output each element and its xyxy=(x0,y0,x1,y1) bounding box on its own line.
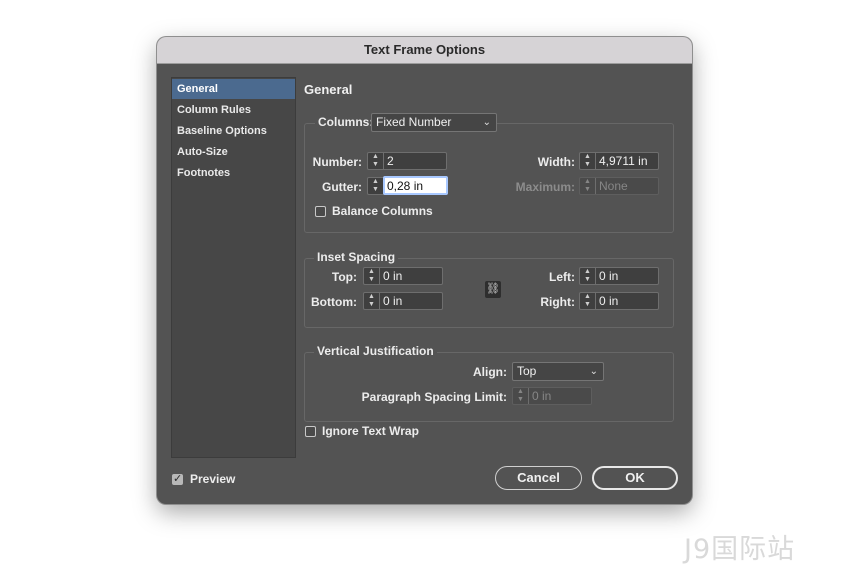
stepper-arrows-icon[interactable]: ▲ ▼ xyxy=(364,268,380,284)
ignore-text-wrap-checkbox[interactable] xyxy=(305,426,316,437)
section-title: General xyxy=(304,82,353,97)
cancel-button[interactable]: Cancel xyxy=(495,466,582,490)
stepper-arrows-icon[interactable]: ▲ ▼ xyxy=(368,178,384,194)
ok-button[interactable]: OK xyxy=(592,466,678,490)
width-label: Width: xyxy=(537,155,575,169)
align-value: Top xyxy=(517,364,537,378)
inset-bottom-value: 0 in xyxy=(383,294,403,308)
balance-columns-label: Balance Columns xyxy=(332,204,433,218)
gutter-value: 0,28 in xyxy=(387,179,424,193)
stepper-arrows-icon[interactable]: ▲ ▼ xyxy=(364,293,380,309)
stepper-arrows-icon: ▲ ▼ xyxy=(513,388,529,404)
columns-type-dropdown[interactable]: Fixed Number ⌄ xyxy=(371,113,497,132)
vertical-justification-title: Vertical Justification xyxy=(314,344,437,358)
inset-top-stepper[interactable]: ▲ ▼ 0 in xyxy=(363,267,443,285)
columns-type-value: Fixed Number xyxy=(376,115,452,129)
inset-right-label: Right: xyxy=(540,295,575,309)
sidebar-item-footnotes[interactable]: Footnotes xyxy=(172,163,295,183)
paragraph-spacing-value: 0 in xyxy=(532,389,552,403)
inset-left-value: 0 in xyxy=(599,269,619,283)
chevron-down-icon: ⌄ xyxy=(589,366,598,377)
stepper-arrows-icon[interactable]: ▲ ▼ xyxy=(368,153,384,169)
sidebar: General Column Rules Baseline Options Au… xyxy=(171,77,296,458)
stepper-arrows-icon[interactable]: ▲ ▼ xyxy=(580,268,596,284)
inset-top-label: Top: xyxy=(331,270,357,284)
align-label: Align: xyxy=(473,365,507,379)
stepper-arrows-icon[interactable]: ▲ ▼ xyxy=(580,293,596,309)
width-value: 4,9711 in xyxy=(599,154,648,168)
balance-columns-checkbox[interactable] xyxy=(315,206,326,217)
preview-label: Preview xyxy=(190,472,236,486)
inset-bottom-stepper[interactable]: ▲ ▼ 0 in xyxy=(363,292,443,310)
maximum-stepper: ▲ ▼ None xyxy=(579,177,659,195)
paragraph-spacing-stepper: ▲ ▼ 0 in xyxy=(512,387,592,405)
inset-bottom-label: Bottom: xyxy=(311,295,357,309)
inset-right-stepper[interactable]: ▲ ▼ 0 in xyxy=(579,292,659,310)
stepper-arrows-icon[interactable]: ▲ ▼ xyxy=(580,153,596,169)
inset-spacing-title: Inset Spacing xyxy=(314,250,399,264)
columns-label: Columns: xyxy=(315,115,377,129)
inset-right-value: 0 in xyxy=(599,294,619,308)
sidebar-item-column-rules[interactable]: Column Rules xyxy=(172,100,295,120)
text-frame-options-dialog: Text Frame Options General Column Rules … xyxy=(157,37,692,504)
sidebar-item-baseline-options[interactable]: Baseline Options xyxy=(172,121,295,141)
inset-left-stepper[interactable]: ▲ ▼ 0 in xyxy=(579,267,659,285)
maximum-value: None xyxy=(599,179,628,193)
inset-left-label: Left: xyxy=(549,270,575,284)
preview-checkbox[interactable] xyxy=(172,472,183,485)
stepper-arrows-icon: ▲ ▼ xyxy=(580,178,596,194)
paragraph-spacing-label: Paragraph Spacing Limit: xyxy=(361,390,507,404)
watermark: J9国际站 xyxy=(684,534,796,565)
sidebar-item-auto-size[interactable]: Auto-Size xyxy=(172,142,295,162)
inset-top-value: 0 in xyxy=(383,269,403,283)
link-icon[interactable]: ⛓ xyxy=(485,281,501,298)
chevron-down-icon: ⌄ xyxy=(482,117,491,128)
number-value: 2 xyxy=(387,154,394,168)
align-dropdown[interactable]: Top ⌄ xyxy=(512,362,604,381)
width-stepper[interactable]: ▲ ▼ 4,9711 in xyxy=(579,152,659,170)
number-stepper[interactable]: ▲ ▼ 2 xyxy=(367,152,447,170)
number-label: Number: xyxy=(312,155,362,169)
dialog-title: Text Frame Options xyxy=(157,37,692,64)
gutter-stepper[interactable]: ▲ ▼ 0,28 in xyxy=(367,176,448,195)
maximum-label: Maximum: xyxy=(515,180,575,194)
vertical-justification-group xyxy=(304,352,674,422)
sidebar-item-general[interactable]: General xyxy=(172,79,295,99)
ignore-text-wrap-label: Ignore Text Wrap xyxy=(322,424,419,438)
gutter-label: Gutter: xyxy=(322,180,362,194)
